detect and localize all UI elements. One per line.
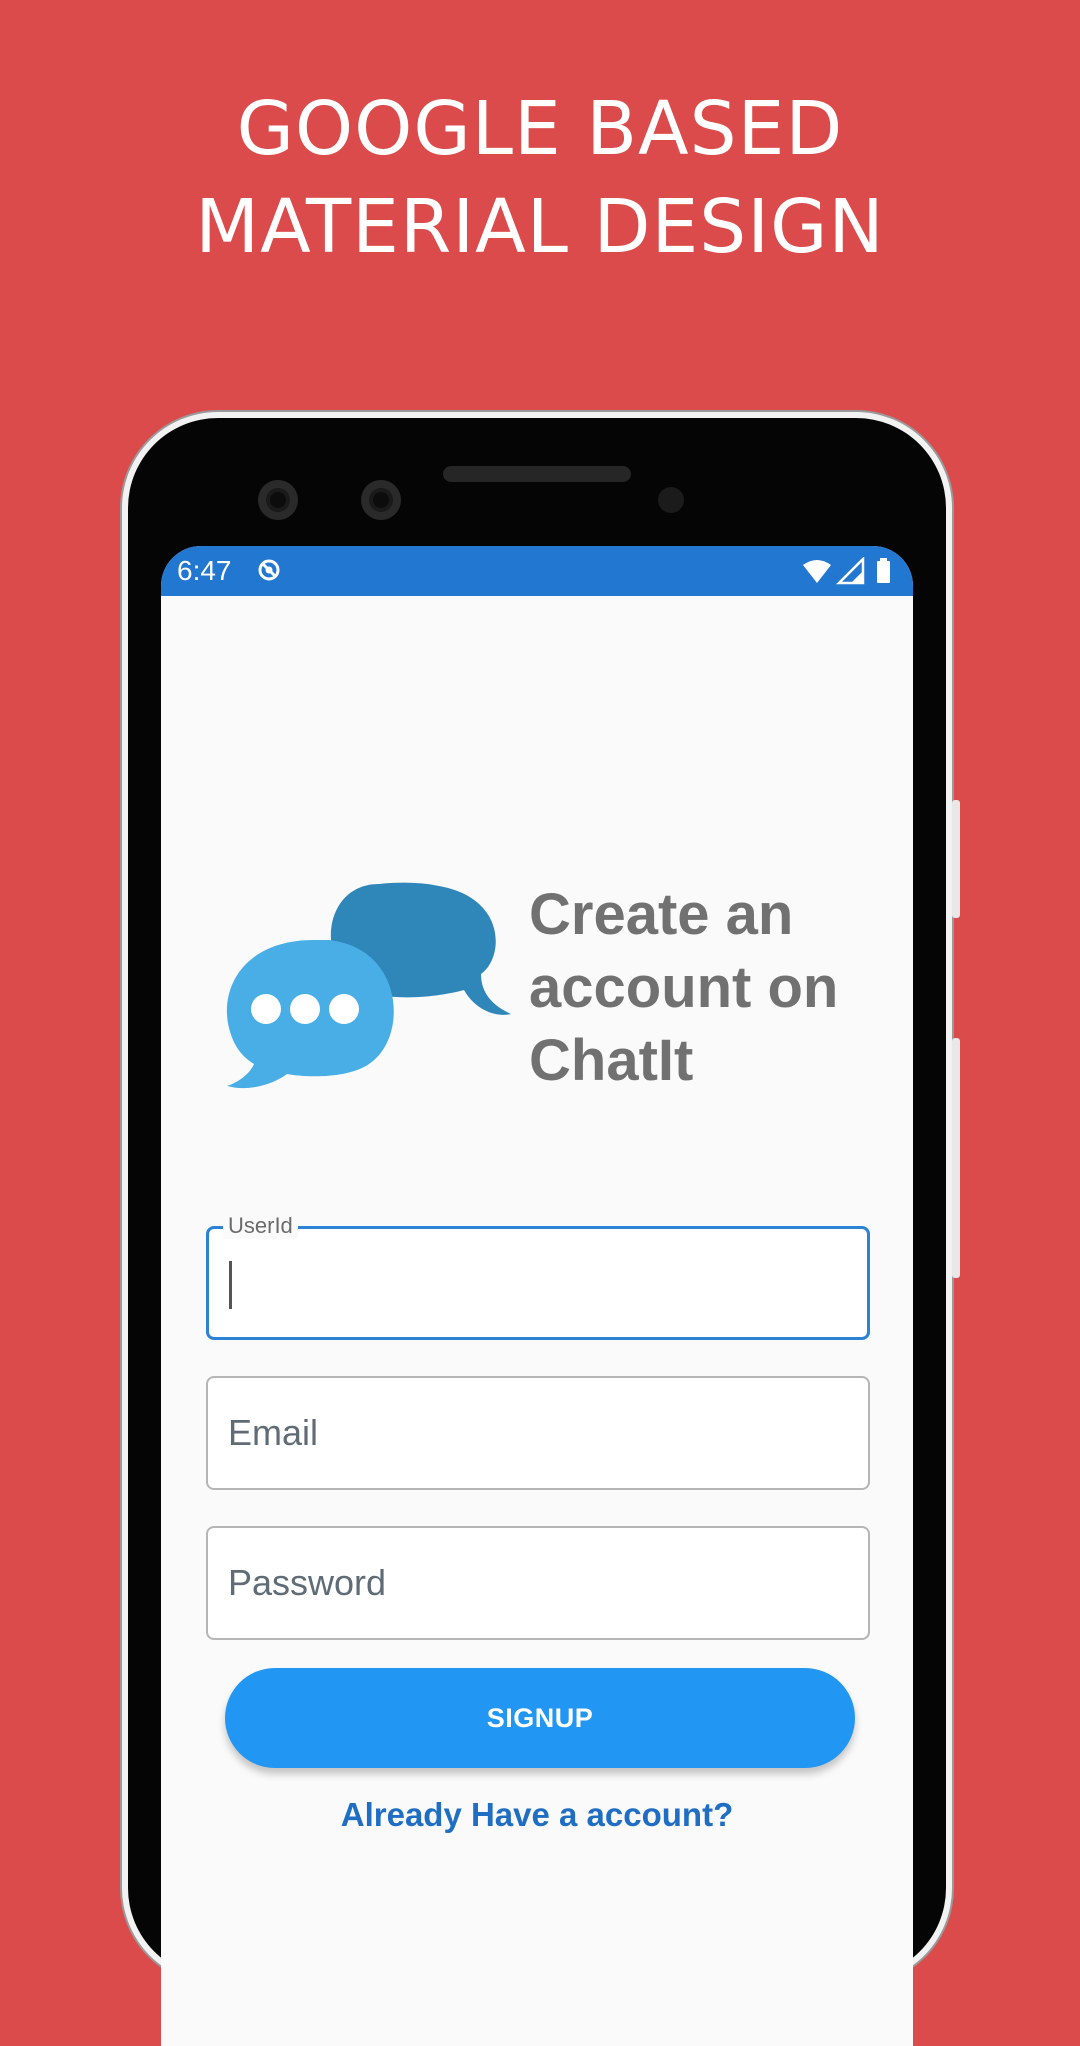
- signup-button[interactable]: SIGNUP: [225, 1668, 855, 1768]
- power-button: [952, 1038, 960, 1278]
- already-have-account-link[interactable]: Already Have a account?: [161, 1796, 913, 1834]
- title-line-1: Create an: [529, 882, 794, 947]
- email-input[interactable]: [228, 1378, 848, 1488]
- title-line-3: ChatIt: [529, 1028, 694, 1093]
- promo-headline: GOOGLE BASED MATERIAL DESIGN: [0, 80, 1080, 276]
- front-camera-icon: [258, 480, 298, 520]
- front-camera-2-icon: [361, 480, 401, 520]
- title-line-2: account on: [529, 955, 839, 1020]
- headline-line-1: GOOGLE BASED: [236, 86, 844, 172]
- userid-input[interactable]: [229, 1229, 849, 1337]
- phone-frame: 6:47 Create an account on ChatIt UserId …: [128, 418, 960, 2046]
- proximity-sensor-icon: [658, 487, 684, 513]
- battery-icon: [877, 561, 890, 583]
- status-bar: 6:47: [161, 546, 913, 596]
- page-title: Create an account on ChatIt: [529, 878, 899, 1097]
- earpiece-speaker: [443, 466, 631, 482]
- email-field[interactable]: [206, 1376, 870, 1490]
- userid-field[interactable]: UserId: [206, 1213, 870, 1340]
- do-not-disturb-icon: [258, 559, 280, 581]
- password-field[interactable]: [206, 1526, 870, 1640]
- status-icons: [803, 557, 890, 585]
- app-screen: 6:47 Create an account on ChatIt UserId …: [161, 546, 913, 2046]
- chat-bubbles-icon: [226, 882, 511, 1089]
- wifi-icon: [803, 560, 831, 583]
- password-input[interactable]: [228, 1528, 848, 1638]
- status-time: 6:47: [177, 555, 232, 586]
- volume-button: [952, 800, 960, 918]
- headline-line-2: MATERIAL DESIGN: [195, 184, 885, 270]
